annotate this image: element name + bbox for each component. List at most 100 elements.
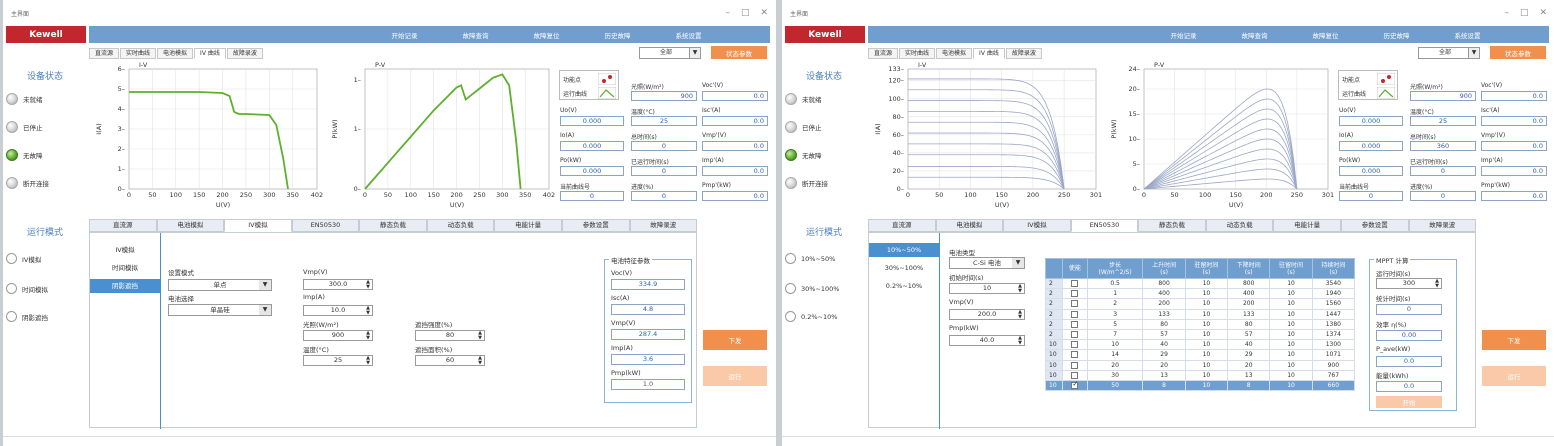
nav-fault-reset[interactable]: 故障复位 <box>1290 30 1361 40</box>
tab-realtime-curve[interactable]: 实时曲线 <box>899 47 936 59</box>
spin-arrows-icon[interactable]: ▲ ▼ <box>1018 336 1022 346</box>
checkbox-icon[interactable] <box>1071 341 1079 349</box>
tab-param-settings[interactable]: 参数设置 <box>561 219 630 232</box>
nav-fault-query[interactable]: 故障查询 <box>440 30 511 40</box>
tab-battery-sim[interactable]: 电池模拟 <box>157 47 194 59</box>
status-params-button[interactable]: 状态参数 <box>711 46 767 59</box>
row-enable-cell[interactable] <box>1061 308 1088 320</box>
chevron-down-icon[interactable]: ▼ <box>1468 48 1479 58</box>
table-row[interactable]: 2 0.5 800 10 800 10 3540 <box>1045 277 1356 290</box>
temp-stepper[interactable]: 25 ▲ ▼ <box>303 355 373 366</box>
nav-fault-history[interactable]: 历史故障 <box>1361 30 1432 40</box>
checkbox-icon[interactable] <box>1071 371 1079 379</box>
filter-select[interactable]: 全部 ▼ <box>1418 47 1480 59</box>
tab-iv-curve[interactable]: IV 曲线 <box>973 47 1005 59</box>
tab-fault-record[interactable]: 故障录波 <box>226 47 263 59</box>
table-row[interactable]: 10 10 40 10 40 10 1300 <box>1045 339 1356 351</box>
row-enable-cell[interactable] <box>1061 349 1088 361</box>
spin-arrows-icon[interactable]: ▲ ▼ <box>478 356 482 366</box>
radio-icon[interactable] <box>785 283 796 294</box>
tab-dynamic-load[interactable]: 动态负载 <box>1205 219 1274 232</box>
spin-arrows-icon[interactable]: ▲ ▼ <box>366 331 370 341</box>
tab-energy[interactable]: 电能计量 <box>1273 219 1341 232</box>
row-enable-cell[interactable] <box>1061 379 1088 392</box>
checkbox-icon[interactable] <box>1071 380 1079 389</box>
tab-iv-curve[interactable]: IV 曲线 <box>194 47 226 59</box>
table-row[interactable]: 2 3 133 10 133 10 1447 <box>1045 308 1356 320</box>
tab-fault-wave[interactable]: 故障录波 <box>1408 219 1477 232</box>
imp-stepper[interactable]: 10.0 ▲ ▼ <box>303 305 373 316</box>
run-button[interactable]: 运行 <box>703 366 767 386</box>
nav-fault-history[interactable]: 历史故障 <box>582 30 653 40</box>
subtab-30-100[interactable]: 30%~100% <box>869 261 939 275</box>
radio-icon[interactable] <box>6 283 17 294</box>
tab-battery[interactable]: 电池模拟 <box>156 219 225 232</box>
checkbox-icon[interactable] <box>1071 331 1079 339</box>
row-enable-cell[interactable] <box>1061 369 1088 381</box>
checkbox-icon[interactable] <box>1071 300 1079 308</box>
radio-icon[interactable] <box>785 253 796 264</box>
nav-fault-reset[interactable]: 故障复位 <box>511 30 582 40</box>
tab-en50530[interactable]: EN50530 <box>1070 219 1139 232</box>
mode-radio-2[interactable]: 0.2%~10% <box>785 311 837 322</box>
battery-select[interactable]: 单晶硅 ▼ <box>168 304 272 316</box>
row-enable-cell[interactable] <box>1061 298 1088 310</box>
spin-arrows-icon[interactable]: ▲ ▼ <box>366 306 370 316</box>
tab-fault-wave[interactable]: 故障录波 <box>629 219 698 232</box>
nav-system-settings[interactable]: 系统设置 <box>653 30 724 40</box>
table-row[interactable]: 2 5 80 10 80 10 1380 <box>1045 318 1356 330</box>
tab-en50530[interactable]: EN50530 <box>291 219 360 232</box>
tab-dc[interactable]: 直流源 <box>89 219 157 232</box>
minimize-icon[interactable]: – <box>1504 8 1509 18</box>
chevron-down-icon[interactable]: ▼ <box>259 280 271 290</box>
type-select[interactable]: C-Si 电池 ▼ <box>949 257 1025 269</box>
row-enable-cell[interactable] <box>1061 277 1088 290</box>
mppt-start-button[interactable]: 开始 <box>1376 396 1442 408</box>
maximize-icon[interactable]: □ <box>1520 8 1529 18</box>
table-row[interactable]: 2 7 57 10 57 10 1374 <box>1045 328 1356 341</box>
spin-arrows-icon[interactable]: ▲ ▼ <box>1435 279 1439 289</box>
subtab-time-sim[interactable]: 时间模拟 <box>90 261 160 275</box>
run-button[interactable]: 运行 <box>1482 366 1546 386</box>
chevron-down-icon[interactable]: ▼ <box>689 48 700 58</box>
pmp-stepper[interactable]: 40.0 ▲ ▼ <box>949 335 1025 346</box>
tab-iv-sim[interactable]: IV模拟 <box>1003 219 1071 232</box>
table-row[interactable]: 2 2 200 10 200 10 1560 <box>1045 298 1356 310</box>
tab-dc[interactable]: 直流源 <box>868 219 936 232</box>
close-icon[interactable]: ✕ <box>760 8 768 18</box>
nav-start-record[interactable]: 开始记录 <box>369 30 440 40</box>
mode-radio-1[interactable]: 时间模拟 <box>6 283 48 294</box>
close-icon[interactable]: ✕ <box>1539 8 1547 18</box>
subtab-0-2-10[interactable]: 0.2%~10% <box>869 279 939 293</box>
row-enable-cell[interactable] <box>1061 339 1088 351</box>
nav-system-settings[interactable]: 系统设置 <box>1432 30 1503 40</box>
tab-iv-sim[interactable]: IV模拟 <box>224 219 292 232</box>
table-row[interactable]: 10 30 13 10 13 10 767 <box>1045 369 1356 381</box>
status-params-button[interactable]: 状态参数 <box>1490 46 1546 59</box>
spin-arrows-icon[interactable]: ▲ ▼ <box>1018 284 1022 294</box>
checkbox-icon[interactable] <box>1071 351 1079 359</box>
subtab-iv-sim[interactable]: IV模拟 <box>90 243 160 257</box>
minimize-icon[interactable]: – <box>725 8 730 18</box>
checkbox-icon[interactable] <box>1071 290 1079 298</box>
table-row[interactable]: 2 1 400 10 400 10 1940 <box>1045 288 1356 300</box>
tab-static-load[interactable]: 静态负载 <box>359 219 427 232</box>
vmp-stepper[interactable]: 200.0 ▲ ▼ <box>949 309 1025 320</box>
setmode-select[interactable]: 单点 ▼ <box>168 279 272 291</box>
nav-start-record[interactable]: 开始记录 <box>1148 30 1219 40</box>
send-button[interactable]: 下发 <box>1482 330 1546 350</box>
mode-radio-2[interactable]: 阴影遮挡 <box>6 311 48 322</box>
filter-select[interactable]: 全部 ▼ <box>639 47 701 59</box>
table-row[interactable]: 1050810810660 <box>1045 379 1356 392</box>
table-row[interactable]: 10 14 29 10 29 10 1071 <box>1045 349 1356 361</box>
tab-battery-sim[interactable]: 电池模拟 <box>936 47 973 59</box>
spin-arrows-icon[interactable]: ▲ ▼ <box>1018 310 1022 320</box>
radio-icon[interactable] <box>6 253 17 264</box>
send-button[interactable]: 下发 <box>703 330 767 350</box>
checkbox-icon[interactable] <box>1071 320 1079 328</box>
maximize-icon[interactable]: □ <box>741 8 750 18</box>
shade-stepper[interactable]: 80 ▲ ▼ <box>415 330 485 341</box>
row-enable-cell[interactable] <box>1061 288 1088 300</box>
tab-dc-source[interactable]: 直流源 <box>868 47 899 59</box>
mode-radio-1[interactable]: 30%~100% <box>785 283 839 294</box>
